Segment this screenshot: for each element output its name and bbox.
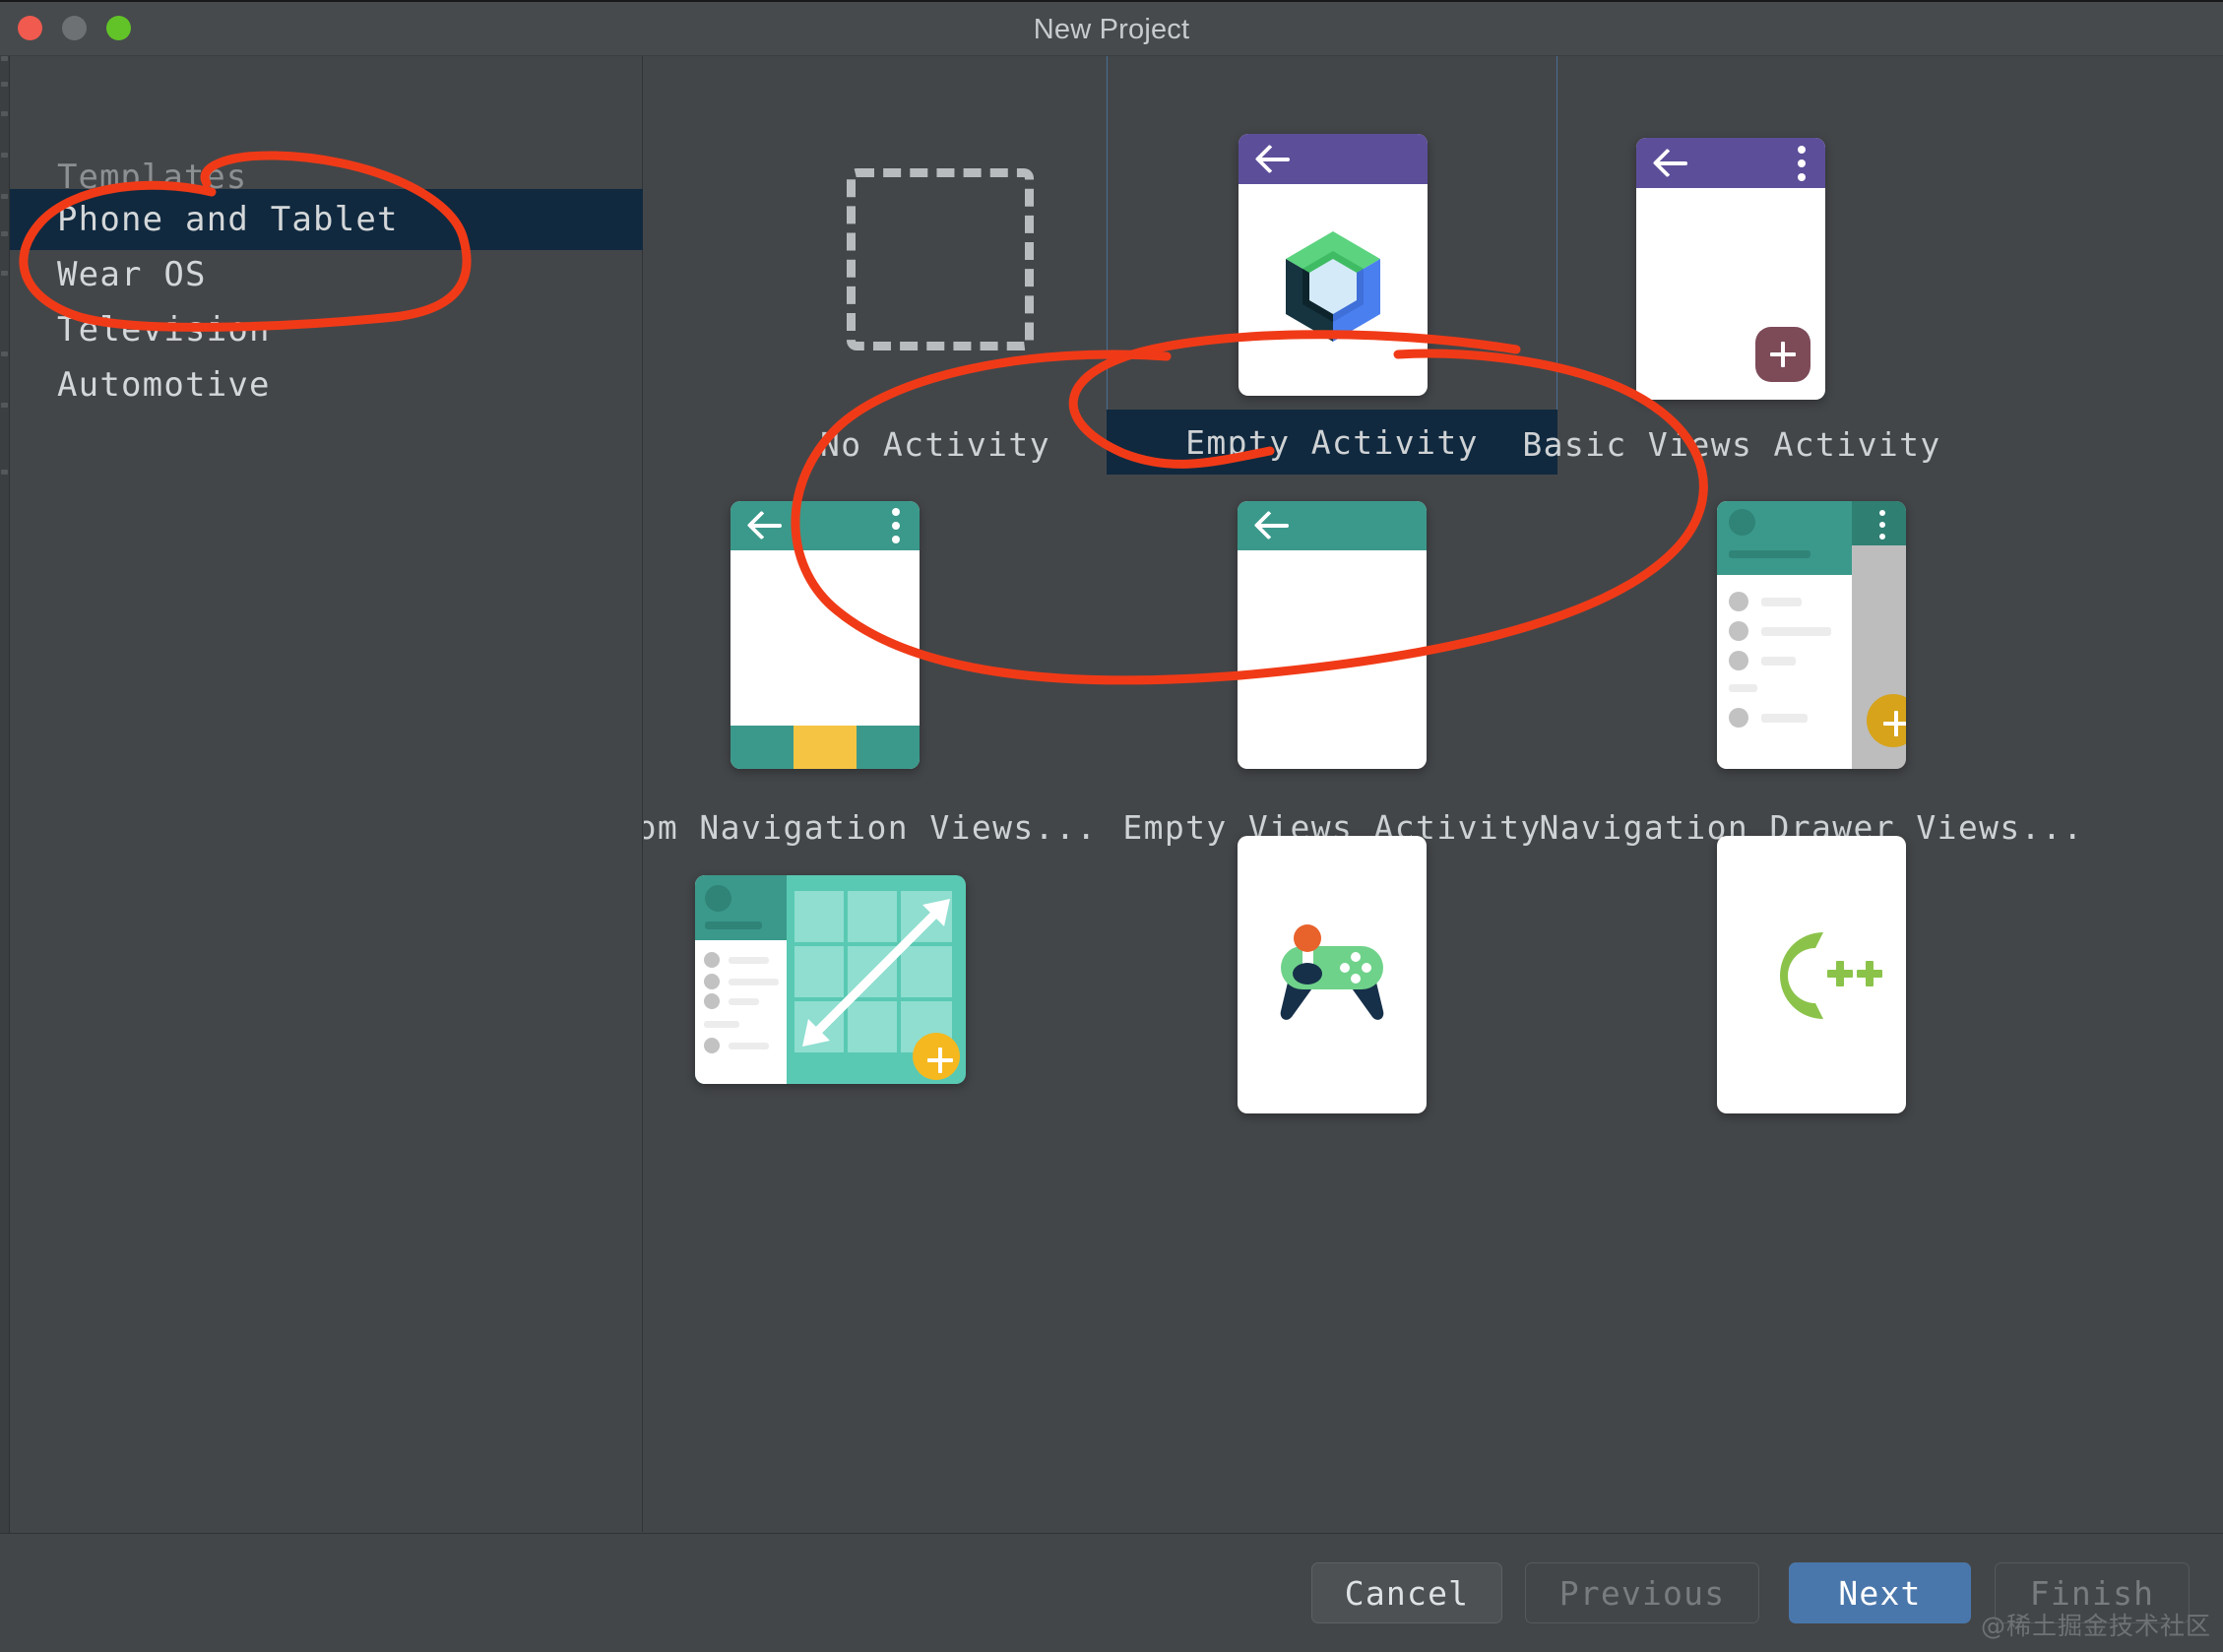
app-bar: [1238, 501, 1427, 550]
list-item-text: [729, 978, 779, 985]
sidebar-item-wear-os[interactable]: Wear OS: [10, 244, 643, 305]
list-section-divider: [1729, 684, 1757, 692]
jetpack-compose-logo-icon: [1286, 231, 1380, 342]
back-arrow-icon: [750, 509, 784, 542]
floating-action-button: [1755, 327, 1810, 382]
sidebar-item-label: Automotive: [57, 365, 271, 405]
cpp-logo-icon: [1780, 932, 1882, 1019]
empty-views-art: [1107, 440, 1557, 824]
dialog-button-bar: Cancel Previous Next Finish @稀土掘金技术社区: [0, 1533, 2223, 1652]
back-arrow-icon: [1258, 143, 1292, 176]
phone-preview: [1717, 836, 1906, 1113]
master-pane: [695, 875, 787, 1084]
sidebar-item-label: Phone and Tablet: [57, 200, 399, 239]
list-item-text: [1761, 597, 1802, 606]
template-card-game-activity[interactable]: [1107, 814, 1557, 1208]
app-bar: [1851, 501, 1906, 545]
game-activity-art: [1107, 814, 1557, 1208]
app-bar: [1636, 138, 1825, 188]
previous-button[interactable]: Previous: [1525, 1562, 1759, 1623]
plus-icon: [1770, 342, 1796, 367]
drawer-header: [695, 875, 787, 940]
list-item-text: [1761, 626, 1831, 636]
app-bar: [730, 501, 920, 550]
nav-drawer-art: [1520, 440, 2103, 824]
responsive-views-art: [644, 814, 1116, 1208]
avatar: [705, 885, 731, 912]
phone-preview: [1239, 134, 1428, 396]
overflow-menu-icon: [1878, 510, 1886, 540]
template-card-responsive-views[interactable]: [644, 814, 1116, 1208]
list-item-avatar: [1729, 708, 1748, 728]
drawer-header: [1717, 501, 1852, 575]
plus-icon: [1883, 711, 1906, 736]
native-cpp-art: [1520, 814, 2103, 1208]
bottom-nav-item: [857, 726, 920, 769]
phone-preview: [1238, 501, 1427, 769]
app-bar: [1239, 134, 1428, 184]
list-item-text: [729, 1042, 769, 1049]
floating-action-button: [913, 1033, 960, 1080]
back-arrow-icon: [1656, 147, 1689, 180]
list-item-text: [729, 956, 769, 964]
templates-sidebar: Templates Phone and Tablet Wear OS Telev…: [10, 56, 643, 1532]
drawer-header-text-placeholder: [705, 921, 762, 929]
new-project-dialog: New Project Templates Phone and Tablet W…: [0, 0, 2223, 1652]
window-titlebar: New Project: [0, 0, 2223, 56]
previous-button-label: Previous: [1558, 1573, 1726, 1613]
cancel-button-label: Cancel: [1344, 1573, 1470, 1613]
template-card-native-cpp[interactable]: [1520, 814, 2103, 1208]
plus-icon: [927, 1048, 953, 1073]
bottom-nav-item: [730, 726, 794, 769]
sidebar-item-television[interactable]: Television: [10, 299, 643, 360]
list-item-avatar: [1729, 651, 1748, 670]
list-item-avatar: [1729, 592, 1748, 611]
list-item-text: [1761, 713, 1808, 723]
list-item-avatar: [704, 993, 720, 1009]
watermark-text: @稀土掘金技术社区: [1980, 1612, 2211, 1640]
floating-action-button: [1867, 694, 1906, 747]
phone-preview: [1238, 836, 1427, 1113]
sidebar-item-label: Television: [57, 310, 271, 349]
window-title: New Project: [1033, 14, 1190, 45]
list-item-avatar: [704, 952, 720, 968]
bottom-navigation-bar: [730, 726, 920, 769]
game-controller-icon: [1280, 924, 1384, 1020]
template-label: [644, 1169, 1116, 1234]
basic-views-art: [1520, 56, 1943, 466]
bottom-nav-art: [644, 440, 1116, 824]
tablet-preview: [695, 875, 966, 1084]
list-item-avatar: [704, 974, 720, 989]
no-activity-art: [754, 56, 1116, 466]
sidebar-item-phone-and-tablet[interactable]: Phone and Tablet: [10, 189, 643, 250]
list-item-text: [1761, 656, 1796, 666]
phone-preview: [1717, 501, 1906, 769]
list-section-divider: [704, 1021, 739, 1028]
next-button-label: Next: [1838, 1573, 1922, 1613]
list-item-avatar: [1729, 621, 1748, 641]
list-item-text: [729, 997, 759, 1005]
navigation-drawer: [1717, 501, 1852, 769]
avatar: [1729, 509, 1755, 536]
sidebar-item-label: Wear OS: [57, 255, 207, 294]
dashed-box-icon: [847, 168, 1034, 350]
cancel-button[interactable]: Cancel: [1311, 1562, 1502, 1623]
back-arrow-icon: [1257, 509, 1291, 542]
phone-preview: [730, 501, 920, 769]
overflow-menu-icon: [892, 508, 900, 543]
phone-preview: [1636, 138, 1825, 400]
sidebar-item-automotive[interactable]: Automotive: [10, 354, 643, 415]
drawer-header-text-placeholder: [1729, 550, 1810, 558]
empty-activity-art: [1151, 56, 1513, 464]
next-button[interactable]: Next: [1789, 1562, 1971, 1623]
overflow-menu-icon: [1798, 145, 1806, 181]
list-item-avatar: [704, 1038, 720, 1053]
bottom-nav-item-active: [794, 726, 857, 769]
left-rail-scrollbar[interactable]: [0, 56, 10, 1652]
template-gallery: No Activity Empty Activity Basic Views A…: [644, 56, 2223, 1532]
